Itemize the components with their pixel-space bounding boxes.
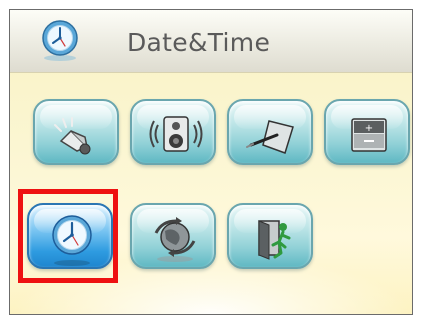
loudspeaker-icon [149, 116, 203, 152]
title-bar: Date&Time [10, 10, 412, 73]
selection-highlight [18, 189, 118, 283]
stylus-screen-icon [246, 120, 294, 154]
exit-button[interactable] [227, 203, 313, 269]
volume-button[interactable] [33, 99, 119, 165]
language-button[interactable] [130, 203, 216, 269]
speaker-horn-icon [54, 117, 91, 155]
calibration-button[interactable] [227, 99, 313, 165]
globe-arrows-icon [154, 217, 196, 262]
clock-icon [42, 20, 78, 61]
battery-button[interactable]: + [324, 99, 410, 165]
exit-door-icon [258, 220, 291, 260]
sound-button[interactable] [130, 99, 216, 165]
battery-icon: + [351, 118, 387, 152]
page-title: Date&Time [127, 28, 271, 57]
svg-text:+: + [365, 123, 373, 134]
